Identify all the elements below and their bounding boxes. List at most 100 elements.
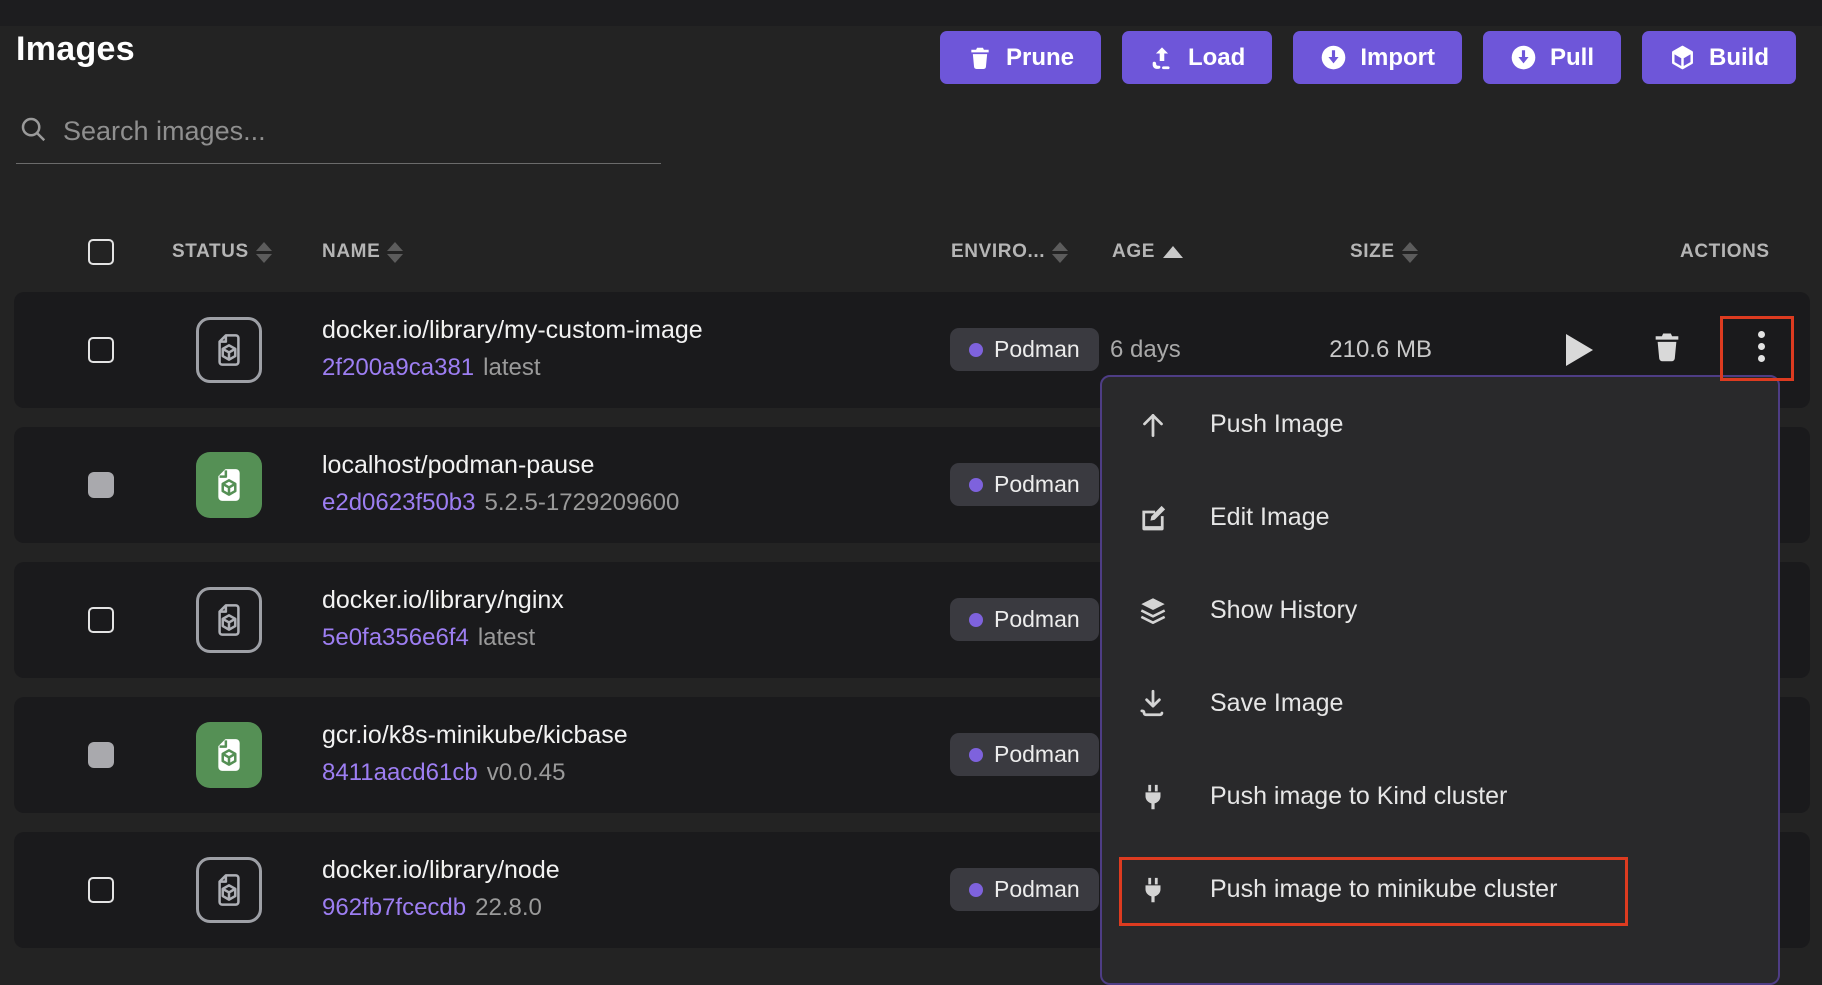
engine-badge: Podman <box>950 328 1099 371</box>
menu-item-label: Show History <box>1210 596 1357 625</box>
load-button-label: Load <box>1188 44 1245 72</box>
window-top-strip <box>0 0 1822 26</box>
image-tag: 5.2.5-1729209600 <box>485 489 680 516</box>
upload-icon <box>1149 45 1175 71</box>
image-name-cell[interactable]: docker.io/library/node 962fb7fcecdb 22.8.… <box>322 856 560 922</box>
engine-dot-icon <box>969 748 983 762</box>
engine-dot-icon <box>969 883 983 897</box>
toolbar: Prune Load Import Pull Build <box>940 31 1796 84</box>
image-digest: e2d0623f50b3 <box>322 489 476 516</box>
engine-dot-icon <box>969 613 983 627</box>
row-checkbox[interactable] <box>88 877 114 903</box>
cube-icon <box>1669 44 1696 71</box>
run-image-button[interactable] <box>1566 334 1593 366</box>
menu-item-save-image[interactable]: Save Image <box>1102 657 1778 750</box>
menu-item-label: Edit Image <box>1210 503 1330 532</box>
search-bar <box>16 108 661 164</box>
menu-item-label: Save Image <box>1210 689 1343 718</box>
sort-icon <box>1052 242 1068 263</box>
search-icon <box>18 114 48 149</box>
sort-icon <box>387 242 403 263</box>
plug-icon <box>1135 875 1171 905</box>
select-all-checkbox[interactable] <box>88 239 114 265</box>
sort-icon <box>256 242 272 263</box>
image-digest: 5e0fa356e6f4 <box>322 624 469 651</box>
menu-item-label: Push Image <box>1210 410 1343 439</box>
engine-badge-label: Podman <box>994 606 1080 633</box>
row-checkbox-disabled <box>88 472 114 498</box>
column-header-age[interactable]: AGE <box>1112 241 1183 263</box>
layers-icon <box>1135 594 1171 628</box>
menu-item-push-kind[interactable]: Push image to Kind cluster <box>1102 750 1778 843</box>
menu-item-push-minikube[interactable]: Push image to minikube cluster <box>1102 843 1778 936</box>
load-button[interactable]: Load <box>1122 31 1272 84</box>
column-header-status[interactable]: STATUS <box>172 241 272 263</box>
image-tag: 22.8.0 <box>475 894 542 921</box>
image-name-cell[interactable]: docker.io/library/nginx 5e0fa356e6f4 late… <box>322 586 564 652</box>
engine-badge-label: Podman <box>994 336 1080 363</box>
edit-icon <box>1135 501 1171 535</box>
delete-image-button[interactable] <box>1650 330 1684 369</box>
sort-ascending-icon <box>1163 246 1183 258</box>
menu-item-edit-image[interactable]: Edit Image <box>1102 471 1778 564</box>
image-tag: v0.0.45 <box>487 759 566 786</box>
image-context-menu: Push Image Edit Image Show History Save … <box>1100 375 1780 985</box>
image-digest: 8411aacd61cb <box>322 759 478 786</box>
menu-item-label: Push image to minikube cluster <box>1210 875 1557 904</box>
prune-button-label: Prune <box>1006 44 1074 72</box>
column-header-size[interactable]: SIZE <box>1350 241 1418 263</box>
engine-badge: Podman <box>950 868 1099 911</box>
more-options-button[interactable] <box>1758 331 1765 362</box>
column-header-environment[interactable]: ENVIRO... <box>951 241 1068 263</box>
build-button[interactable]: Build <box>1642 31 1796 84</box>
menu-item-push-image[interactable]: Push Image <box>1102 378 1778 471</box>
image-name: docker.io/library/node <box>322 856 560 885</box>
engine-badge-label: Podman <box>994 741 1080 768</box>
circle-down-icon <box>1320 44 1347 71</box>
image-name: docker.io/library/my-custom-image <box>322 316 703 345</box>
pull-button[interactable]: Pull <box>1483 31 1621 84</box>
row-checkbox[interactable] <box>88 607 114 633</box>
engine-dot-icon <box>969 478 983 492</box>
image-digest: 2f200a9ca381 <box>322 354 474 381</box>
menu-item-show-history[interactable]: Show History <box>1102 564 1778 657</box>
image-name: gcr.io/k8s-minikube/kicbase <box>322 721 628 750</box>
prune-button[interactable]: Prune <box>940 31 1101 84</box>
sort-icon <box>1402 242 1418 263</box>
image-name-cell[interactable]: localhost/podman-pause e2d0623f50b35.2.5… <box>322 451 679 517</box>
row-checkbox[interactable] <box>88 337 114 363</box>
pull-button-label: Pull <box>1550 44 1594 72</box>
image-name: docker.io/library/nginx <box>322 586 564 615</box>
search-input[interactable] <box>63 116 659 147</box>
engine-badge-label: Podman <box>994 876 1080 903</box>
page-title: Images <box>16 30 135 69</box>
image-name-cell[interactable]: gcr.io/k8s-minikube/kicbase 8411aacd61cb… <box>322 721 628 787</box>
import-button[interactable]: Import <box>1293 31 1462 84</box>
row-checkbox-disabled <box>88 742 114 768</box>
engine-dot-icon <box>969 343 983 357</box>
image-status-icon-in-use <box>196 452 262 518</box>
plug-icon <box>1135 782 1171 812</box>
trash-icon <box>967 45 993 71</box>
image-status-icon <box>196 317 262 383</box>
image-digest: 962fb7fcecdb <box>322 894 466 921</box>
build-button-label: Build <box>1709 44 1769 72</box>
image-size: 210.6 MB <box>1244 336 1432 364</box>
column-header-name[interactable]: NAME <box>322 241 403 263</box>
arrow-up-icon <box>1135 408 1171 442</box>
image-status-icon-in-use <box>196 722 262 788</box>
image-status-icon <box>196 587 262 653</box>
table-header: STATUS NAME ENVIRO... AGE SIZE ACTIONS <box>0 234 1822 270</box>
engine-badge-label: Podman <box>994 471 1080 498</box>
menu-item-label: Push image to Kind cluster <box>1210 782 1507 811</box>
column-header-actions: ACTIONS <box>1680 241 1770 263</box>
image-tag: latest <box>483 354 540 381</box>
image-name-cell[interactable]: docker.io/library/my-custom-image 2f200a… <box>322 316 703 382</box>
engine-badge: Podman <box>950 598 1099 641</box>
download-icon <box>1135 687 1171 721</box>
engine-badge: Podman <box>950 463 1099 506</box>
circle-down-icon <box>1510 44 1537 71</box>
import-button-label: Import <box>1360 44 1435 72</box>
image-tag: latest <box>478 624 535 651</box>
image-age: 6 days <box>1110 336 1181 364</box>
